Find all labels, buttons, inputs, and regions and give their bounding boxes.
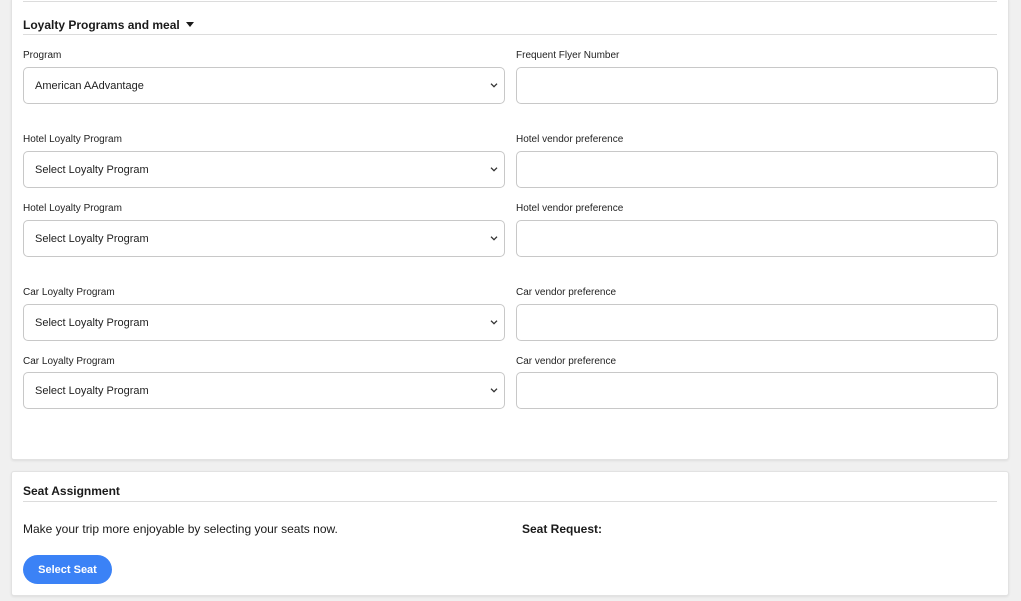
- car-vendor-input-2[interactable]: [516, 372, 998, 409]
- hotel-vendor-input-2[interactable]: [516, 220, 998, 257]
- select-seat-button[interactable]: Select Seat: [23, 555, 112, 584]
- caret-down-icon[interactable]: [185, 22, 194, 27]
- loyalty-section-header[interactable]: Loyalty Programs and meal: [23, 15, 997, 35]
- chevron-down-icon: [490, 318, 498, 326]
- loyalty-section-title[interactable]: Loyalty Programs and meal: [23, 18, 180, 32]
- car-vendor-label-2: Car vendor preference: [516, 356, 617, 367]
- hotel-vendor-label-2: Hotel vendor preference: [516, 203, 624, 214]
- car-loyalty-label-2: Car Loyalty Program: [23, 356, 115, 367]
- car-loyalty-select-1[interactable]: Select Loyalty Program: [23, 304, 505, 341]
- car-vendor-label-1: Car vendor preference: [516, 287, 617, 298]
- chevron-down-icon: [490, 386, 498, 394]
- seat-request-label: Seat Request:: [522, 522, 603, 536]
- hotel-vendor-label-1: Hotel vendor preference: [516, 134, 624, 145]
- seat-section-header: Seat Assignment: [23, 481, 997, 502]
- seat-assignment-card: Seat Assignment Make your trip more enjo…: [11, 471, 1009, 596]
- car-vendor-input-1[interactable]: [516, 304, 998, 341]
- chevron-down-icon: [490, 81, 498, 89]
- chevron-down-icon: [490, 165, 498, 173]
- hotel-loyalty-label-1: Hotel Loyalty Program: [23, 134, 122, 145]
- hotel-loyalty-select-2[interactable]: Select Loyalty Program: [23, 220, 505, 257]
- hotel-loyalty-select-2-value: Select Loyalty Program: [35, 232, 149, 245]
- hotel-loyalty-select-1-value: Select Loyalty Program: [35, 163, 149, 176]
- top-divider: [23, 1, 997, 2]
- program-label: Program: [23, 50, 62, 61]
- frequent-flyer-label: Frequent Flyer Number: [516, 50, 620, 61]
- car-loyalty-select-2-value: Select Loyalty Program: [35, 384, 149, 397]
- seat-section-title: Seat Assignment: [23, 484, 120, 498]
- program-select-value: American AAdvantage: [35, 79, 144, 92]
- car-loyalty-select-2[interactable]: Select Loyalty Program: [23, 372, 505, 409]
- hotel-vendor-input-1[interactable]: [516, 151, 998, 188]
- hotel-loyalty-select-1[interactable]: Select Loyalty Program: [23, 151, 505, 188]
- loyalty-programs-card: Loyalty Programs and meal Program Americ…: [11, 0, 1009, 460]
- seat-description: Make your trip more enjoyable by selecti…: [23, 522, 338, 536]
- car-loyalty-label-1: Car Loyalty Program: [23, 287, 115, 298]
- car-loyalty-select-1-value: Select Loyalty Program: [35, 316, 149, 329]
- hotel-loyalty-label-2: Hotel Loyalty Program: [23, 203, 122, 214]
- chevron-down-icon: [490, 234, 498, 242]
- program-select[interactable]: American AAdvantage: [23, 67, 505, 104]
- frequent-flyer-input[interactable]: [516, 67, 998, 104]
